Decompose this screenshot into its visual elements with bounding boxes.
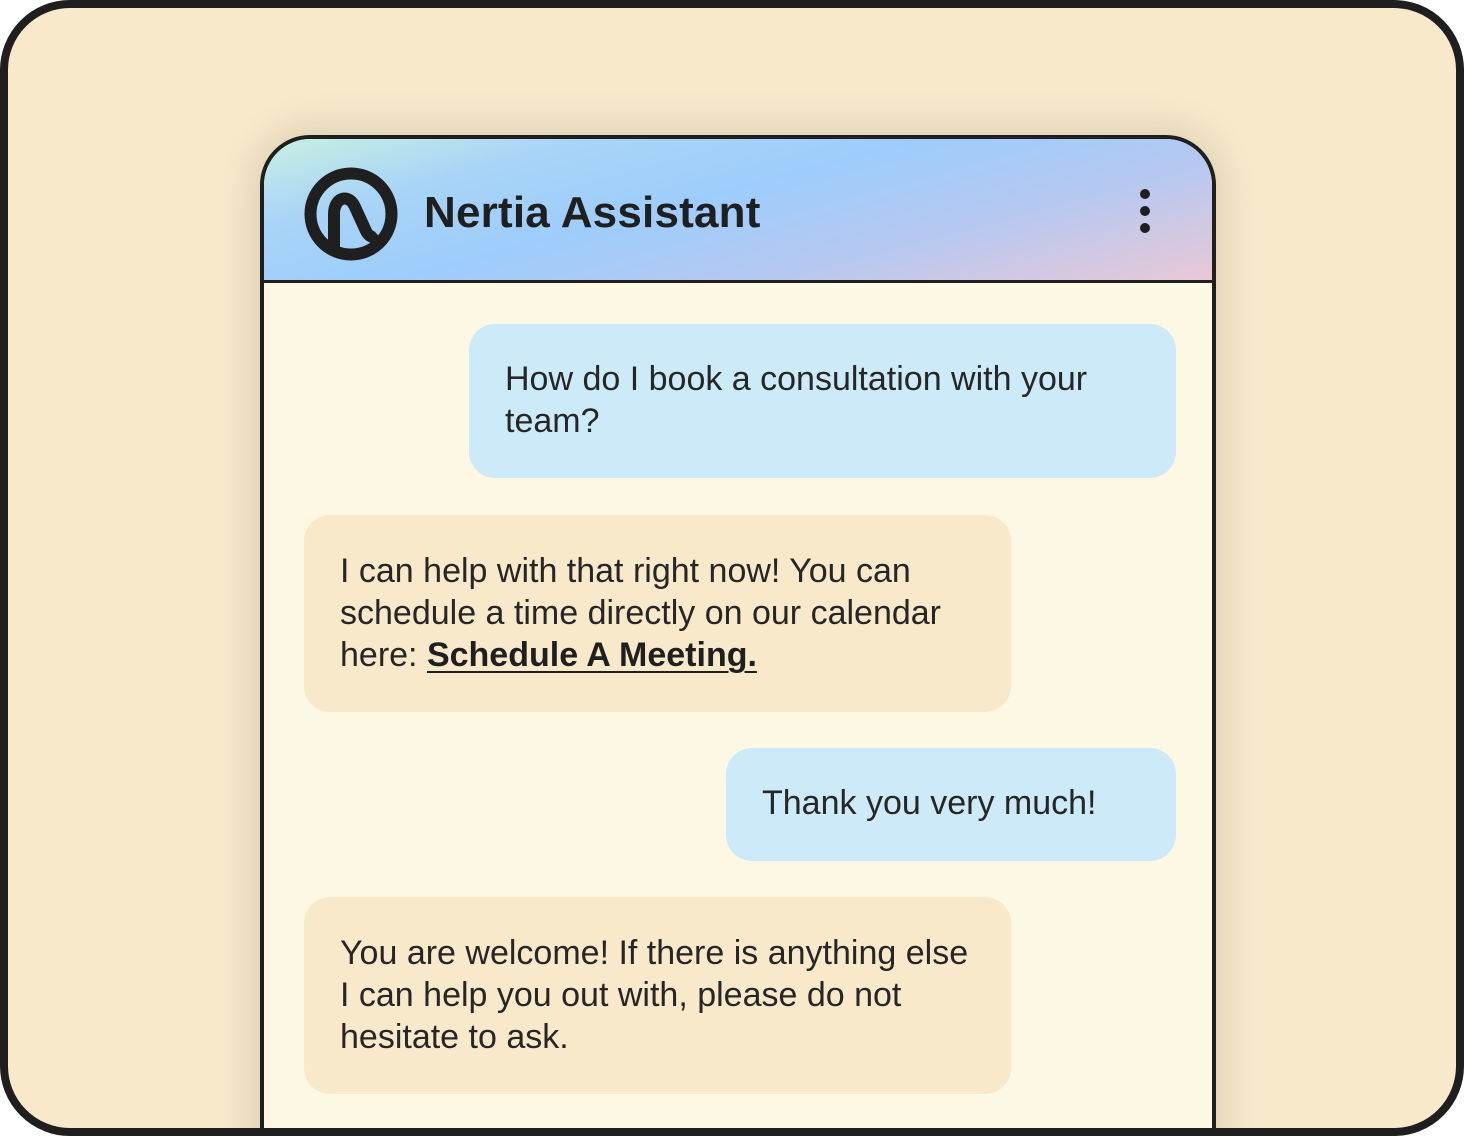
more-vertical-icon-dot (1140, 223, 1150, 233)
user-message: How do I book a consultation with your t… (469, 324, 1176, 478)
assistant-message: I can help with that right now! You can … (304, 515, 1011, 712)
assistant-title: Nertia Assistant (424, 188, 761, 237)
more-options-button[interactable] (1130, 189, 1160, 239)
message-text: You are welcome! If there is anything el… (340, 934, 969, 1056)
more-vertical-icon-dot (1140, 206, 1150, 216)
schedule-meeting-link[interactable]: Schedule A Meeting. (427, 636, 757, 674)
app-frame: Nertia Assistant How do I book a consult… (0, 0, 1464, 1136)
message-text: How do I book a consultation with your t… (505, 360, 1088, 440)
chat-header: Nertia Assistant (264, 139, 1212, 283)
assistant-message: You are welcome! If there is anything el… (304, 897, 1011, 1094)
message-text: Thank you very much! (762, 784, 1097, 822)
user-message: Thank you very much! (726, 748, 1176, 861)
chat-widget: Nertia Assistant How do I book a consult… (260, 135, 1216, 1128)
nertia-logo-icon (304, 167, 398, 261)
more-vertical-icon-dot (1140, 189, 1150, 199)
